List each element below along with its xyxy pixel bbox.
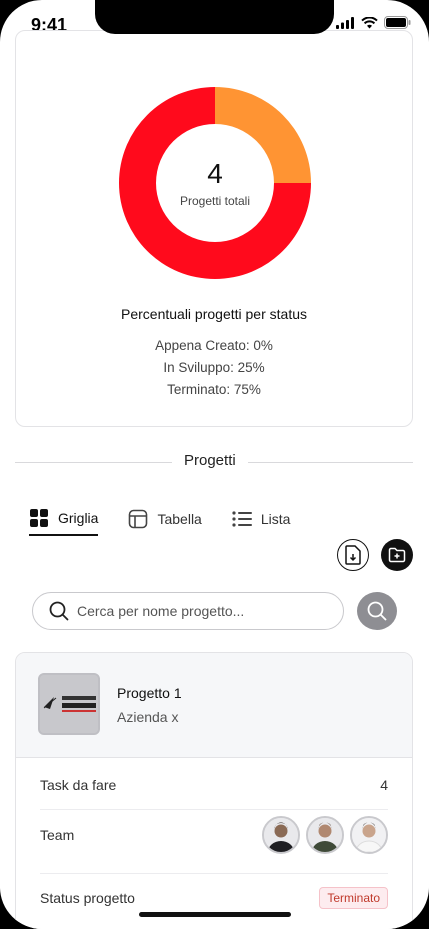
tasks-row: Task da fare 4 <box>40 777 388 793</box>
signal-icon <box>336 16 354 29</box>
wifi-icon <box>361 16 378 28</box>
team-label: Team <box>40 827 75 843</box>
tasks-label: Task da fare <box>40 777 117 793</box>
tasks-value: 4 <box>380 777 388 793</box>
add-project-button[interactable] <box>381 539 413 571</box>
project-company: Azienda x <box>117 709 179 725</box>
section-title: Progetti <box>172 452 248 469</box>
status-row: Status progetto Terminato <box>40 887 388 909</box>
avatar[interactable] <box>350 816 388 854</box>
total-projects-value: 4 <box>207 158 223 189</box>
row-divider <box>40 873 388 874</box>
chart-title: Percentuali progetti per status <box>121 306 307 322</box>
legend-terminato: Terminato: 75% <box>167 382 261 397</box>
status-badge: Terminato <box>319 887 388 909</box>
battery-icon <box>384 16 411 29</box>
tab-griglia-label: Griglia <box>58 510 99 526</box>
tab-tabella-label: Tabella <box>157 511 202 527</box>
tab-lista[interactable]: Lista <box>232 508 291 536</box>
search-input[interactable] <box>77 603 317 619</box>
status-label: Status progetto <box>40 890 135 906</box>
avatar[interactable] <box>262 816 300 854</box>
donut-center: 4 Progetti totali <box>117 85 313 281</box>
total-projects-label: Progetti totali <box>179 194 251 208</box>
search-button-icon <box>367 601 387 621</box>
view-tabs: Griglia Tabella Lista <box>29 508 290 536</box>
tab-griglia[interactable]: Griglia <box>29 508 99 536</box>
import-file-button[interactable] <box>337 539 369 571</box>
search-bar <box>32 592 344 630</box>
list-icon <box>232 511 252 527</box>
legend-appena-creato: Appena Creato: 0% <box>155 338 273 353</box>
row-divider <box>40 809 388 810</box>
project-logo <box>38 673 100 735</box>
project-logo-image <box>40 675 98 733</box>
legend-in-sviluppo: In Sviluppo: 25% <box>163 360 265 375</box>
search-button[interactable] <box>357 592 397 630</box>
table-icon <box>129 509 148 529</box>
notch <box>95 0 334 34</box>
status-icons <box>336 16 411 29</box>
team-row: Team <box>40 816 388 854</box>
project-card[interactable]: Progetto 1 Azienda x Task da fare 4 Team <box>15 652 413 929</box>
folder-plus-icon <box>388 547 406 563</box>
project-name: Progetto 1 <box>117 685 182 701</box>
status-chart-card: 4 Progetti totali Percentuali progetti p… <box>15 30 413 427</box>
tab-lista-label: Lista <box>260 511 291 527</box>
search-icon <box>49 601 69 621</box>
grid-icon <box>30 509 48 527</box>
tab-tabella[interactable]: Tabella <box>128 508 202 536</box>
phone-screen: 9:41 4 Progetti totali Percentuali proge… <box>0 0 429 929</box>
project-card-header: Progetto 1 Azienda x <box>16 653 412 758</box>
avatar[interactable] <box>306 816 344 854</box>
team-avatars <box>262 816 388 854</box>
chart-legend: Appena Creato: 0% In Sviluppo: 25% Termi… <box>16 335 412 401</box>
file-download-icon <box>345 545 361 565</box>
home-indicator[interactable] <box>139 912 291 917</box>
